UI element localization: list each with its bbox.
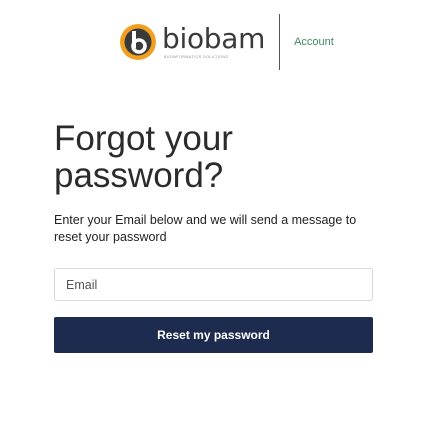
logo-wordmark[interactable]: biobam bioinformatics solutions [162, 22, 266, 60]
instructions-text: Enter your Email below and we will send … [54, 213, 357, 244]
logo-text: biobam [162, 22, 266, 55]
forgot-password-form: Forgot your password? Enter your Email b… [54, 120, 374, 353]
logo-tagline: bioinformatics solutions [164, 55, 229, 59]
page-title: Forgot your password? [54, 119, 233, 195]
header-divider [279, 14, 281, 70]
account-link[interactable]: Account [294, 36, 334, 48]
site-header: biobam bioinformatics solutions Account [119, 14, 334, 70]
reset-password-button[interactable]: Reset my password [54, 317, 373, 353]
email-field[interactable] [54, 268, 373, 301]
biobam-logo-icon[interactable] [119, 23, 157, 61]
